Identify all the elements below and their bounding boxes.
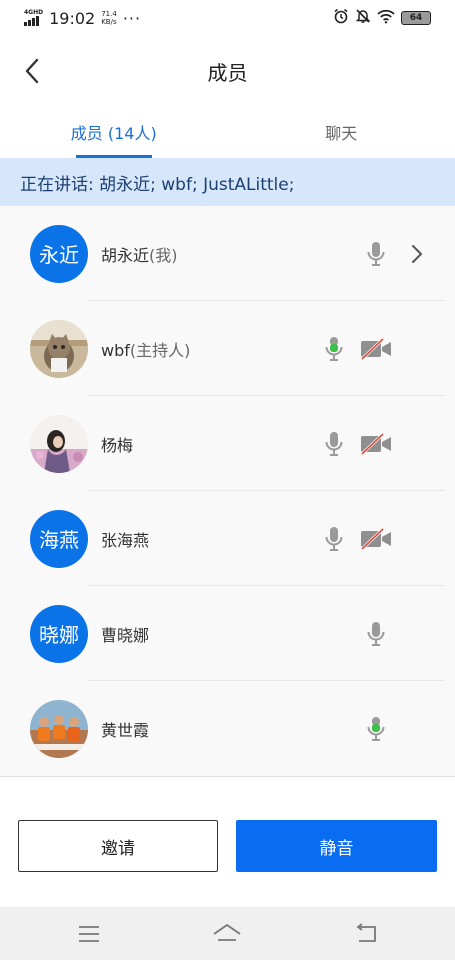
- member-role-suffix: (我): [149, 245, 178, 265]
- member-name: 黄世霞: [101, 717, 149, 741]
- network-speed: 71.4 KB/s: [101, 10, 117, 26]
- chevron-left-icon: [25, 58, 39, 84]
- member-row[interactable]: 永近 胡永近(我): [0, 206, 455, 301]
- mic-button[interactable]: [362, 240, 390, 268]
- menu-icon: [79, 926, 99, 942]
- microphone-active-icon: [325, 336, 343, 361]
- flower-field-photo-icon: [30, 414, 88, 473]
- mute-all-button[interactable]: 静音: [236, 820, 437, 872]
- return-icon: [356, 923, 376, 942]
- home-icon: [213, 924, 241, 941]
- page-title: 成员: [207, 60, 248, 85]
- microphone-icon: [325, 431, 343, 456]
- mic-button[interactable]: [320, 335, 348, 363]
- video-button[interactable]: [360, 525, 392, 553]
- status-bar: 4GHD 19:02 71.4 KB/s ··· 64: [0, 0, 455, 36]
- video-off-icon: [360, 432, 391, 455]
- chevron-right-icon: [412, 244, 422, 263]
- mute-bell-icon: [355, 8, 371, 28]
- member-name: 杨梅: [101, 432, 133, 456]
- member-name-text: 张海燕: [101, 530, 150, 550]
- microphone-icon: [367, 621, 385, 646]
- speed-value: 71.4: [101, 10, 117, 18]
- speaking-banner: 正在讲话: 胡永近; wbf; JustALittle;: [0, 158, 455, 206]
- rafting-photo-avatar: [30, 699, 88, 758]
- rafting-group-photo-icon: [30, 699, 88, 758]
- member-detail-button[interactable]: [403, 240, 431, 268]
- member-name: wbf(主持人): [101, 337, 190, 361]
- mic-button[interactable]: [320, 430, 348, 458]
- member-name-text: wbf: [101, 340, 130, 360]
- microphone-icon: [367, 241, 385, 266]
- member-row[interactable]: wbf(主持人): [0, 301, 455, 396]
- menu-button[interactable]: [74, 919, 104, 949]
- avatar-initials: 晓娜: [39, 623, 79, 647]
- tab-members-label: 成员 (14人): [70, 124, 157, 143]
- tab-members[interactable]: 成员 (14人): [0, 106, 228, 158]
- microphone-active-icon: [367, 716, 385, 741]
- mic-button[interactable]: [320, 525, 348, 553]
- action-footer: 邀请 静音: [0, 776, 455, 907]
- speed-unit: KB/s: [101, 18, 117, 26]
- wifi-icon: [377, 8, 395, 28]
- flower-photo-avatar: [30, 414, 88, 473]
- avatar: 海燕: [30, 509, 88, 568]
- alarm-icon: [333, 8, 349, 28]
- speaking-text: 正在讲话: 胡永近; wbf; JustALittle;: [20, 174, 295, 195]
- member-name-text: 曹晓娜: [101, 625, 150, 645]
- system-navigation-bar: [0, 907, 455, 960]
- member-row[interactable]: 晓娜 曹晓娜: [0, 586, 455, 681]
- invite-button[interactable]: 邀请: [18, 820, 218, 872]
- microphone-icon: [325, 526, 343, 551]
- member-row[interactable]: 杨梅: [0, 396, 455, 491]
- member-name-text: 杨梅: [101, 435, 134, 455]
- mic-button[interactable]: [362, 715, 390, 743]
- member-name: 张海燕: [101, 527, 149, 551]
- tab-chat[interactable]: 聊天: [228, 106, 455, 158]
- member-list: 永近 胡永近(我) wbf(主持人) 杨梅 海燕 张海燕 晓娜 曹晓娜 黄世霞: [0, 206, 455, 776]
- more-notifications-icon: ···: [122, 8, 142, 28]
- tab-bar: 成员 (14人) 聊天: [0, 106, 455, 158]
- nav-bar: 成员: [0, 36, 455, 106]
- battery-icon: 64: [401, 11, 431, 25]
- mic-button[interactable]: [362, 620, 390, 648]
- signal-icon: 4GHD: [24, 10, 43, 26]
- member-row[interactable]: 海燕 张海燕: [0, 491, 455, 586]
- video-off-icon: [360, 337, 391, 360]
- back-nav-button[interactable]: [351, 919, 381, 949]
- avatar-initials: 永近: [39, 243, 79, 267]
- member-name-text: 黄世霞: [101, 720, 150, 740]
- avatar-initials: 海燕: [39, 528, 79, 552]
- back-button[interactable]: [20, 56, 44, 86]
- member-row[interactable]: 黄世霞: [0, 681, 455, 776]
- member-role-suffix: (主持人): [129, 340, 191, 360]
- avatar: 永近: [30, 224, 88, 283]
- video-button[interactable]: [360, 335, 392, 363]
- member-name: 胡永近(我): [101, 242, 178, 266]
- member-name-text: 胡永近: [101, 245, 150, 265]
- video-button[interactable]: [360, 430, 392, 458]
- home-button[interactable]: [212, 919, 242, 949]
- member-name: 曹晓娜: [101, 622, 149, 646]
- tab-chat-label: 聊天: [325, 124, 358, 143]
- avatar: 晓娜: [30, 604, 88, 663]
- cat-photo-icon: [30, 319, 88, 378]
- status-time: 19:02: [49, 8, 96, 28]
- video-off-icon: [360, 527, 391, 550]
- cat-photo-avatar: [30, 319, 88, 378]
